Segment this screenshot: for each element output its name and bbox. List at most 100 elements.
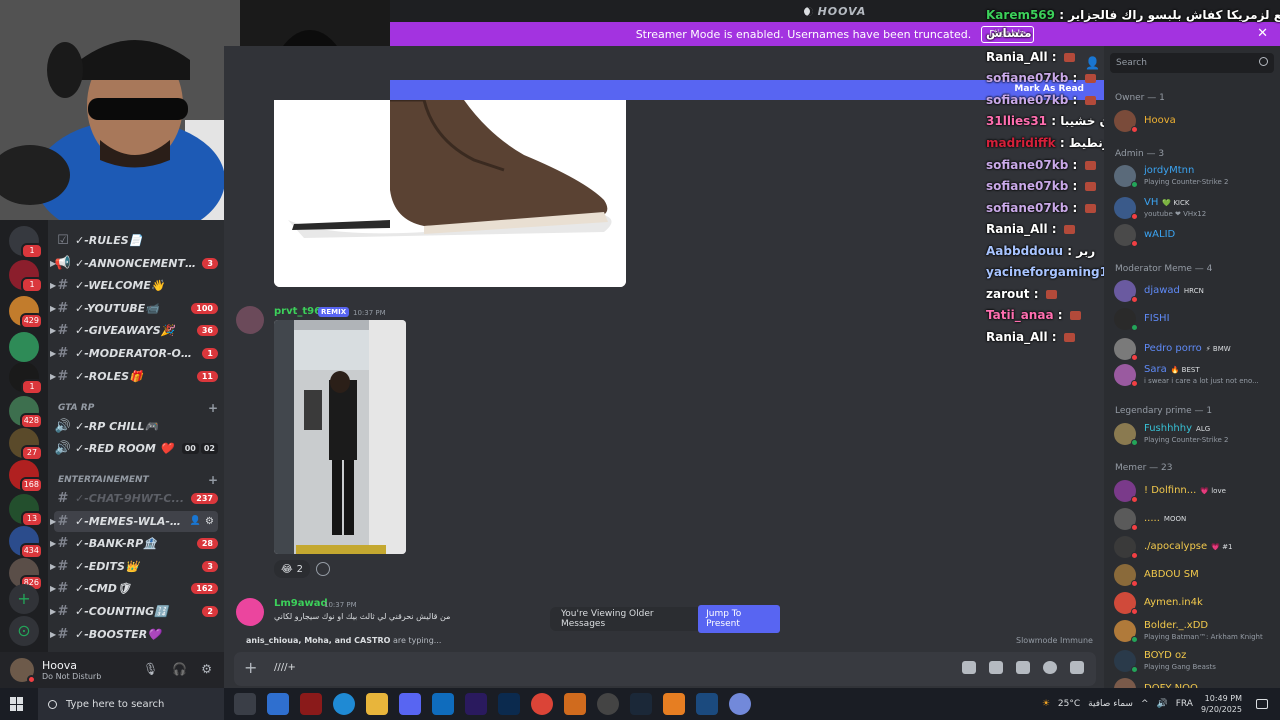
app-icon-vlc[interactable] — [663, 693, 685, 715]
voice-channel-item[interactable]: 🔊 ✓-RED ROOM ❤️ 00 02 — [54, 438, 218, 459]
dnd-status-icon — [27, 675, 36, 684]
obs-icon[interactable] — [597, 693, 619, 715]
message-image-attachment[interactable] — [274, 320, 406, 554]
member-row[interactable]: ..... MOON — [1113, 506, 1275, 532]
member-row[interactable]: Hoova — [1113, 108, 1275, 134]
channel-item[interactable]: ▶ # ✓-CMD🛡 162 — [50, 578, 218, 599]
emote-icon — [1084, 161, 1096, 170]
channel-item[interactable]: # ✓-CHAT-9HWT-C... 237 — [54, 488, 218, 509]
message-author[interactable]: prvt_t96 — [274, 306, 321, 317]
file-explorer-icon[interactable] — [366, 693, 388, 715]
channel-item[interactable]: ▶ # ✓-BANK-RP🏦 28 — [50, 533, 218, 554]
close-icon[interactable]: ✕ — [1257, 26, 1268, 41]
windows-start-icon[interactable] — [10, 697, 24, 711]
member-row[interactable]: FISHI — [1113, 306, 1275, 332]
member-row[interactable]: BOYD oz Playing Gang Beasts — [1113, 648, 1275, 674]
member-row[interactable]: Fushhhhy ALG Playing Counter-Strike 2 — [1113, 421, 1275, 447]
server-icon[interactable]: 1 — [9, 362, 43, 395]
avatar[interactable] — [236, 306, 264, 334]
server-icon[interactable]: 429 — [9, 296, 43, 329]
steam-icon[interactable] — [630, 693, 652, 715]
voice-channel-item[interactable]: 🔊 ✓-RP CHILL🎮 — [54, 416, 218, 437]
channel-item[interactable]: ▶ # ✓-ROLES🎁 11 — [50, 366, 218, 387]
message-author[interactable]: Lm9awad — [274, 598, 328, 609]
channel-item[interactable]: ▶ # ✓-BOOSTER💜 — [50, 624, 218, 645]
add-server-icon[interactable]: + — [9, 584, 39, 614]
chrome-icon[interactable] — [531, 693, 553, 715]
channel-item[interactable]: ▶ # ✓-COUNTING🔢 2 — [50, 601, 218, 622]
emoji-icon[interactable] — [1043, 661, 1057, 674]
gif-icon[interactable] — [989, 661, 1003, 674]
member-row[interactable]: djawad HRCN — [1113, 278, 1275, 304]
server-icon[interactable]: 168 — [9, 460, 43, 493]
windows-taskbar: Type here to search ☀ 25°C سماء صافية ^ — [0, 688, 1280, 720]
server-icon[interactable]: 13 — [9, 494, 43, 527]
jump-to-present-button[interactable]: Jump To Present — [698, 605, 780, 633]
member-row[interactable]: Pedro porro ⚡ BMW — [1113, 336, 1275, 362]
taskbar-search[interactable]: Type here to search — [38, 688, 224, 720]
member-row[interactable]: Sara 🔥 BEST i swear i care a lot just not … — [1113, 362, 1275, 388]
edge-icon[interactable] — [333, 693, 355, 715]
steam-icon-2[interactable] — [696, 693, 718, 715]
member-row[interactable]: ! Dolfinn... 💗 love — [1113, 478, 1275, 504]
reaction-laugh[interactable]: 😂 2 — [274, 560, 310, 578]
message-input-text[interactable]: ////+ — [274, 662, 296, 673]
category-gta-rp[interactable]: GTA RP + — [58, 400, 218, 416]
server-icon[interactable] — [9, 332, 39, 362]
member-row[interactable]: Bolder._.xDD Playing Batman™: Arkham Knig… — [1113, 618, 1275, 644]
premiere-icon[interactable] — [465, 693, 487, 715]
server-icon[interactable]: 434 — [9, 526, 43, 559]
headphones-icon[interactable]: 🎧 — [172, 662, 187, 676]
invite-icon[interactable]: 👤 — [190, 516, 201, 526]
search-input[interactable]: Search — [1110, 53, 1274, 73]
channel-item[interactable]: ▶ 📢 ✓-ANNONCEMENTS... 3 — [50, 253, 218, 274]
embed-image-shoe[interactable] — [274, 100, 626, 287]
message-input[interactable]: + ////+ — [234, 652, 1096, 686]
member-row[interactable]: ./apocalypse 💗 #1 — [1113, 534, 1275, 560]
add-reaction-icon[interactable] — [316, 562, 330, 576]
outlook-icon[interactable] — [432, 693, 454, 715]
server-icon[interactable]: 428 — [9, 396, 43, 429]
upload-plus-icon[interactable]: + — [244, 658, 257, 677]
app-icon-orange[interactable] — [564, 693, 586, 715]
member-row[interactable]: wALID — [1113, 222, 1275, 248]
server-icon[interactable]: 27 — [9, 428, 43, 461]
member-list-icon[interactable]: 👤 — [1085, 56, 1100, 70]
sticker-icon[interactable] — [1016, 661, 1030, 674]
channel-item[interactable]: ▶ # ✓-WELCOME👋 — [50, 275, 218, 296]
avatar[interactable] — [10, 658, 36, 684]
channel-item[interactable]: ▶ # ✓-EDITS👑 3 — [50, 556, 218, 577]
add-channel-icon[interactable]: + — [208, 401, 218, 415]
volume-icon[interactable]: 🔊 — [1157, 699, 1168, 709]
photoshop-icon[interactable] — [498, 693, 520, 715]
channel-settings-icon[interactable]: ⚙ — [205, 516, 214, 527]
server-icon[interactable]: 1 — [9, 226, 43, 259]
channel-item[interactable]: ▶ # ✓-YOUTUBE📹 100 — [50, 298, 218, 319]
channel-item[interactable]: ▶ # ✓-MEMES-WLA-9... 👤 ⚙ — [50, 510, 218, 532]
discord-icon-2[interactable] — [729, 693, 751, 715]
channel-item[interactable]: ☑ ✓-RULES📄 — [54, 230, 218, 251]
tray-chevron-icon[interactable]: ^ — [1141, 699, 1149, 709]
adobe-illustrator-icon[interactable] — [300, 693, 322, 715]
channel-item[interactable]: ▶ # ✓-GIVEAWAYS🎉 36 — [50, 320, 218, 341]
microphone-icon[interactable]: 🎙 — [143, 662, 158, 676]
member-row[interactable]: Aymen.in4k — [1113, 590, 1275, 616]
channel-item[interactable]: ▶ # ✓-MODERATOR-ON... 1 — [50, 343, 218, 364]
keyboard-lang[interactable]: FRA — [1176, 699, 1193, 709]
member-row[interactable]: VH 💚 KICK youtube ❤ VHx12 — [1113, 195, 1275, 221]
gift-icon[interactable] — [962, 661, 976, 674]
member-row[interactable]: ABDOU SM — [1113, 562, 1275, 588]
clock[interactable]: 10:49 PM 9/20/2025 — [1201, 693, 1242, 715]
notification-icon[interactable] — [1256, 699, 1268, 709]
settings-gear-icon[interactable]: ⚙ — [201, 662, 212, 676]
add-channel-icon[interactable]: + — [208, 473, 218, 487]
discover-icon[interactable]: ⊙ — [9, 616, 39, 646]
task-view-icon[interactable] — [234, 693, 256, 715]
activities-icon[interactable] — [1070, 661, 1084, 674]
member-row[interactable]: jordyMtnn Playing Counter-Strike 2 — [1113, 163, 1275, 189]
store-icon[interactable] — [267, 693, 289, 715]
category-entertainement[interactable]: ENTERTAINEMENT + — [58, 472, 218, 488]
server-icon[interactable]: 1 — [9, 260, 43, 293]
avatar[interactable] — [236, 598, 264, 626]
discord-taskbar-icon[interactable] — [399, 693, 421, 715]
